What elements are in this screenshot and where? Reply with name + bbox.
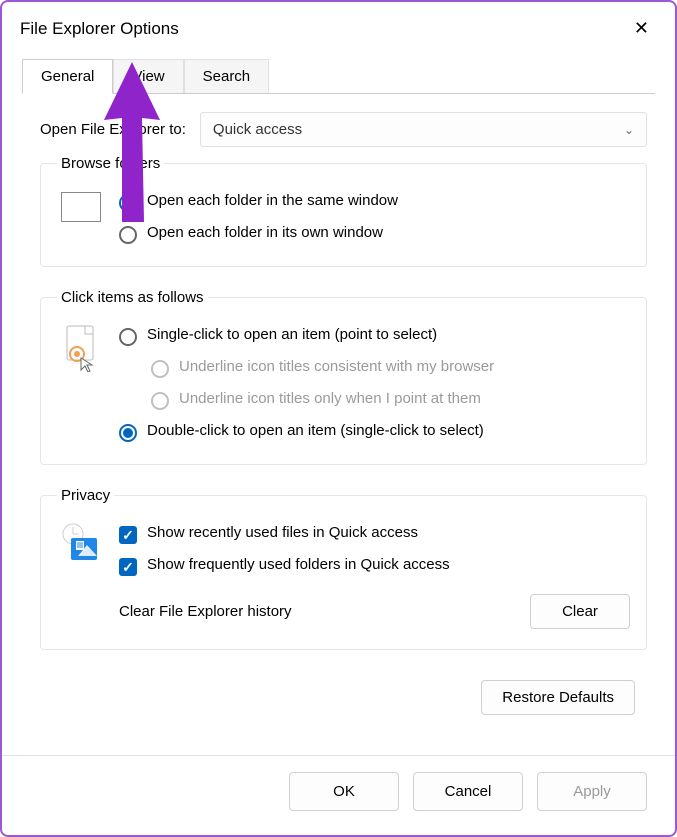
titlebar: File Explorer Options ✕	[2, 2, 675, 51]
radio-underline-point: Underline icon titles only when I point …	[119, 384, 630, 416]
checkbox-label: Show recently used files in Quick access	[147, 524, 418, 541]
dialog-buttons: OK Cancel Apply	[2, 756, 675, 827]
apply-button: Apply	[537, 772, 647, 811]
radio-icon	[119, 328, 137, 346]
window-title: File Explorer Options	[20, 19, 179, 39]
tab-panel-general: Open File Explorer to: Quick access ⌄ Br…	[2, 94, 675, 737]
browse-folders-legend: Browse folders	[57, 155, 164, 172]
tab-divider	[22, 93, 655, 94]
privacy-icon	[57, 518, 105, 566]
checkbox-recent-files[interactable]: ✓ Show recently used files in Quick acce…	[119, 518, 630, 550]
radio-icon	[119, 226, 137, 244]
radio-double-click[interactable]: Double-click to open an item (single-cli…	[119, 416, 630, 448]
privacy-legend: Privacy	[57, 487, 114, 504]
radio-icon	[119, 424, 137, 442]
privacy-group: Privacy ✓ Show recently used	[40, 487, 647, 650]
radio-label: Underline icon titles consistent with my…	[179, 358, 494, 375]
radio-underline-browser: Underline icon titles consistent with my…	[119, 352, 630, 384]
checkbox-label: Show frequently used folders in Quick ac…	[147, 556, 450, 573]
open-to-selected: Quick access	[213, 121, 302, 138]
click-items-group: Click items as follows Single-click to o…	[40, 289, 647, 465]
tab-strip: General View Search	[2, 51, 675, 94]
radio-label: Open each folder in the same window	[147, 192, 398, 209]
radio-icon	[119, 194, 137, 212]
clear-history-label: Clear File Explorer history	[119, 603, 292, 620]
browse-folders-group: Browse folders Open each folder in the s…	[40, 155, 647, 267]
radio-label: Single-click to open an item (point to s…	[147, 326, 437, 343]
radio-label: Underline icon titles only when I point …	[179, 390, 481, 407]
tab-view[interactable]: View	[113, 59, 183, 94]
radio-icon	[151, 360, 169, 378]
radio-own-window[interactable]: Open each folder in its own window	[119, 218, 630, 250]
chevron-down-icon: ⌄	[624, 123, 634, 137]
checkbox-icon: ✓	[119, 526, 137, 544]
radio-same-window[interactable]: Open each folder in the same window	[119, 186, 630, 218]
restore-defaults-button[interactable]: Restore Defaults	[481, 680, 635, 715]
click-items-legend: Click items as follows	[57, 289, 208, 306]
ok-button[interactable]: OK	[289, 772, 399, 811]
radio-single-click[interactable]: Single-click to open an item (point to s…	[119, 320, 630, 352]
tab-general[interactable]: General	[22, 59, 113, 94]
cancel-button[interactable]: Cancel	[413, 772, 523, 811]
checkbox-frequent-folders[interactable]: ✓ Show frequently used folders in Quick …	[119, 550, 630, 582]
radio-icon	[151, 392, 169, 410]
tab-search[interactable]: Search	[184, 59, 270, 94]
radio-label: Double-click to open an item (single-cli…	[147, 422, 484, 439]
open-to-label: Open File Explorer to:	[40, 121, 186, 138]
radio-label: Open each folder in its own window	[147, 224, 383, 241]
click-items-icon	[57, 320, 105, 372]
open-to-row: Open File Explorer to: Quick access ⌄	[40, 112, 647, 147]
close-icon[interactable]: ✕	[626, 14, 657, 43]
checkbox-icon: ✓	[119, 558, 137, 576]
open-to-select[interactable]: Quick access ⌄	[200, 112, 647, 147]
clear-button[interactable]: Clear	[530, 594, 630, 629]
browse-folders-icon	[57, 186, 105, 222]
